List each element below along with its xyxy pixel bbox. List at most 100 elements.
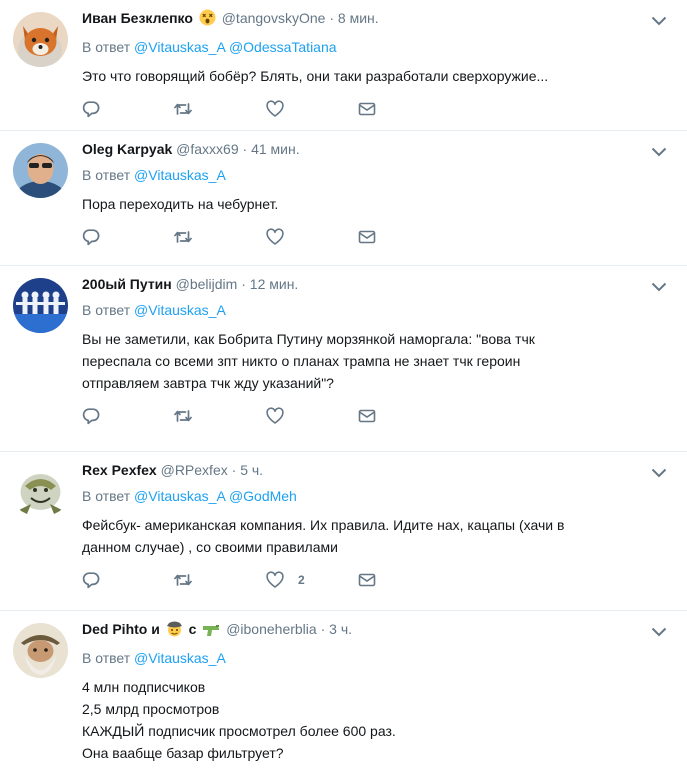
chevron-down-icon[interactable] (651, 145, 667, 157)
reply-context: В ответ @Vitauskas_A (82, 649, 675, 667)
chevron-down-icon[interactable] (651, 625, 667, 637)
separator-dot: · (329, 10, 334, 26)
tweet: Ded Pihto и с @iboneherblia · 3 ч. В отв… (0, 611, 687, 781)
reply-prefix: В ответ (82, 302, 131, 318)
reply-button[interactable] (82, 571, 174, 589)
like-icon (266, 407, 284, 424)
tweet-text: Пора переходить на чебурнет. (82, 193, 675, 215)
tweet-text-line: 2,5 млрд просмотров (82, 701, 220, 717)
author-handle[interactable]: @faxxx69 (176, 141, 238, 157)
author-name[interactable]: Oleg Karpyak (82, 141, 172, 157)
timestamp[interactable]: 12 мин. (250, 276, 299, 292)
retweet-button[interactable] (174, 100, 266, 118)
avatar[interactable] (13, 278, 68, 333)
mention-link[interactable]: @Vitauskas_A (134, 167, 226, 183)
retweet-icon (174, 103, 192, 115)
timestamp[interactable]: 41 мин. (251, 141, 300, 157)
tweet-header: Ded Pihto и с @iboneherblia · 3 ч. (82, 620, 675, 642)
author-name-suffix[interactable]: с (189, 621, 197, 637)
like-button[interactable] (266, 100, 358, 118)
mention-link[interactable]: @Vitauskas_A (134, 39, 225, 55)
tweet-text-line: Вы не заметили, как Бобрита Путину морзя… (82, 331, 535, 347)
reply-button[interactable] (82, 407, 174, 425)
tweet-text: Это что говорящий бобёр? Блять, они таки… (82, 65, 675, 87)
reply-icon (82, 572, 100, 589)
reply-icon (82, 229, 100, 246)
tweet-text-line: Пора переходить на чебурнет. (82, 196, 279, 212)
direct-message-button[interactable] (358, 571, 450, 589)
like-button[interactable] (266, 407, 358, 425)
timestamp[interactable]: 3 ч. (329, 621, 352, 637)
mention-link[interactable]: @Vitauskas_A (134, 650, 226, 666)
reply-icon (82, 408, 100, 425)
tweet: Иван Безклепко @tangovskyOne · 8 мин. В … (0, 0, 687, 131)
direct-message-icon (358, 102, 376, 116)
like-button[interactable]: 2 (266, 571, 358, 589)
reply-button[interactable] (82, 228, 174, 246)
separator-dot: · (241, 276, 246, 292)
direct-message-icon (358, 573, 376, 587)
mention-link[interactable]: @Vitauskas_A (134, 302, 226, 318)
retweet-button[interactable] (174, 571, 266, 589)
tweet-text: Фейсбук- американская компания. Их прави… (82, 514, 675, 558)
separator-dot: · (231, 462, 237, 478)
author-name[interactable]: Иван Безклепко (82, 10, 193, 26)
retweet-button[interactable] (174, 228, 266, 246)
direct-message-button[interactable] (358, 100, 450, 118)
reply-context: В ответ @Vitauskas_A (82, 301, 675, 319)
tweet-text-line: данном случае) , со своими правилами (82, 539, 338, 555)
like-button[interactable] (266, 228, 358, 246)
tweet-actions (82, 396, 675, 436)
avatar[interactable] (13, 12, 68, 67)
author-name[interactable]: 200ый Путин (82, 276, 172, 292)
tweet: Oleg Karpyak @faxxx69 · 41 мин. В ответ … (0, 131, 687, 266)
tweet-text: 4 млн подписчиков 2,5 млрд просмотров КА… (82, 676, 675, 764)
water-pistol-emoji-icon (202, 623, 220, 642)
tweet-text-line: Фейсбук- американская компания. Их прави… (82, 517, 565, 533)
author-handle[interactable]: @iboneherblia (226, 621, 317, 637)
retweet-icon (174, 231, 192, 243)
direct-message-button[interactable] (358, 228, 450, 246)
mention-link[interactable]: @Vitauskas_A (134, 488, 225, 504)
reply-prefix: В ответ (82, 39, 131, 55)
chevron-down-icon[interactable] (651, 14, 667, 26)
like-icon (266, 571, 284, 588)
tweet-header: Oleg Karpyak @faxxx69 · 41 мин. (82, 140, 675, 159)
retweet-button[interactable] (174, 407, 266, 425)
reply-prefix: В ответ (82, 650, 131, 666)
avatar[interactable] (13, 464, 68, 519)
chevron-down-icon[interactable] (651, 466, 667, 478)
reply-button[interactable] (82, 100, 174, 118)
tweet-header: 200ый Путин @belijdim · 12 мин. (82, 275, 675, 294)
dizzy-face-emoji-icon (199, 9, 216, 31)
tweet-text-line: КАЖДЫЙ подписчик просмотрел более 600 ра… (82, 723, 396, 739)
author-name[interactable]: Ded Pihto и (82, 621, 160, 637)
mention-link[interactable]: @OdessaTatiana (229, 39, 337, 55)
tweet: Rex Pexfex @RPexfex · 5 ч. В ответ @Vita… (0, 452, 687, 611)
tweet-text-line: отправляем завтра тчк жду указаний"? (82, 375, 334, 391)
like-count: 2 (298, 573, 305, 587)
timestamp[interactable]: 8 мин. (338, 10, 379, 26)
tweet-actions (82, 217, 675, 257)
tweet: 200ый Путин @belijdim · 12 мин. В ответ … (0, 266, 687, 452)
like-icon (266, 100, 284, 117)
tweet-header: Иван Безклепко @tangovskyOne · 8 мин. (82, 9, 675, 31)
avatar[interactable] (13, 623, 68, 678)
tweet-text-line: Это что говорящий бобёр? Блять, они таки… (82, 68, 549, 84)
avatar[interactable] (13, 143, 68, 198)
chevron-down-icon[interactable] (651, 280, 667, 292)
reply-icon (82, 101, 100, 118)
timestamp[interactable]: 5 ч. (240, 462, 263, 478)
like-icon (266, 228, 284, 245)
author-handle[interactable]: @tangovskyOne (222, 10, 326, 26)
separator-dot: · (320, 621, 326, 637)
tweet-text: Вы не заметили, как Бобрита Путину морзя… (82, 328, 675, 394)
author-handle[interactable]: @belijdim (176, 276, 238, 292)
direct-message-button[interactable] (358, 407, 450, 425)
reply-context: В ответ @Vitauskas_A (82, 166, 675, 184)
reply-prefix: В ответ (82, 488, 131, 504)
author-name[interactable]: Rex Pexfex (82, 462, 157, 478)
author-handle[interactable]: @RPexfex (161, 462, 228, 478)
retweet-icon (174, 410, 192, 422)
mention-link[interactable]: @GodMeh (229, 488, 297, 504)
